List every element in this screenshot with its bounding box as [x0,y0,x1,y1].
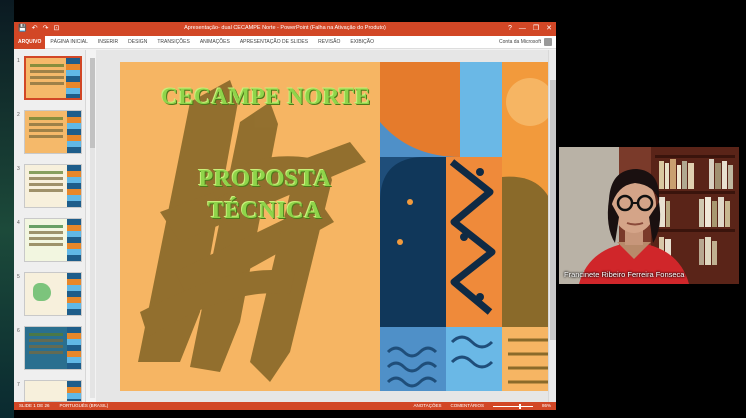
thumbnail-number: 5 [17,274,20,280]
slide-thumbnail-panel: 1 2 3 4 5 6 7 [14,50,86,402]
current-slide[interactable]: CECAMPE NORTE PROPOSTA TÉCNICA [120,62,556,391]
help-button[interactable]: ? [508,23,512,34]
slide-editing-area[interactable]: CECAMPE NORTE PROPOSTA TÉCNICA [96,50,556,402]
slide-title[interactable]: CECAMPE NORTE [156,84,376,110]
decorative-pattern [380,62,556,391]
zoom-level[interactable]: 86% [542,402,551,410]
slide-subtitle-line-2[interactable]: TÉCNICA [190,198,340,225]
title-bar: 💾 ↶ ↷ ⊡ Apresentação- dual CECAMPE Norte… [14,22,556,36]
powerpoint-window: 💾 ↶ ↷ ⊡ Apresentação- dual CECAMPE Norte… [14,22,556,410]
thumbnail-pattern [67,111,81,153]
thumbnail-pattern [67,327,81,369]
slide-thumbnail-2[interactable] [24,110,82,154]
tab-design[interactable]: DESIGN [123,39,152,45]
account-label: Conta da Microsoft [499,39,541,45]
slide-thumbnail-7[interactable] [24,380,82,402]
slide-thumbnail-5[interactable] [24,272,82,316]
desktop-background [0,0,14,418]
thumbnail-pattern [67,273,81,315]
slide-thumbnail-3[interactable] [24,164,82,208]
thumbnail-text [29,117,63,120]
tab-view[interactable]: EXIBIÇÃO [345,39,379,45]
window-title: Apresentação- dual CECAMPE Norte - Power… [184,25,386,31]
thumbnail-pattern [66,58,80,98]
scroll-thumb[interactable] [90,58,95,148]
editing-scrollbar[interactable] [548,50,556,402]
map-image [33,283,51,301]
tab-transitions[interactable]: TRANSIÇÕES [152,39,195,45]
tab-home[interactable]: PÁGINA INICIAL [45,39,93,45]
thumbnail-number: 1 [17,58,20,64]
thumbnail-number: 2 [17,112,20,118]
thumbnail-pattern [67,381,81,401]
scroll-thumb[interactable] [550,80,556,340]
slide-subtitle-line-1[interactable]: PROPOSTA [190,166,340,193]
thumbnail-text [30,64,64,67]
slide-thumbnail-1[interactable] [24,56,82,100]
slide-thumbnail-6[interactable] [24,326,82,370]
brush-stroke-graphic [138,80,366,382]
restore-button[interactable]: ❐ [533,23,539,34]
zoom-slider[interactable] [492,403,533,409]
language-indicator[interactable]: PORTUGUÊS (BRASIL) [60,402,109,410]
participant-video-image [559,147,739,284]
tab-file[interactable]: ARQUIVO [14,35,46,49]
comments-button[interactable]: COMENTÁRIOS [450,402,484,410]
participant-video-tile[interactable]: Francinete Ribeiro Ferreira Fonseca [559,147,739,284]
slide-thumbnail-4[interactable] [24,218,82,262]
thumbnail-number: 7 [17,382,20,388]
thumbnail-number: 4 [17,220,20,226]
status-bar: SLIDE 1 DE 26 PORTUGUÊS (BRASIL) ANOTAÇÕ… [14,402,556,410]
avatar [544,38,552,46]
thumbnail-number: 3 [17,166,20,172]
thumbnail-text [29,333,63,336]
slide-indicator: SLIDE 1 DE 26 [19,403,50,408]
thumbnail-pattern [67,219,81,261]
tab-review[interactable]: REVISÃO [313,39,345,45]
account-menu[interactable]: Conta da Microsoft [499,38,556,46]
screen: 💾 ↶ ↷ ⊡ Apresentação- dual CECAMPE Norte… [0,0,746,418]
minimize-button[interactable]: — [519,23,526,34]
thumbnail-text [29,171,63,174]
thumbnail-number: 6 [17,328,20,334]
tab-animations[interactable]: ANIMAÇÕES [195,39,235,45]
thumbnail-scrollbar[interactable] [90,58,95,398]
tab-slideshow[interactable]: APRESENTAÇÃO DE SLIDES [235,39,313,45]
window-controls: ? — ❐ ✕ [508,23,552,34]
close-button[interactable]: ✕ [546,23,552,34]
participant-name: Francinete Ribeiro Ferreira Fonseca [564,270,685,279]
thumbnail-pattern [67,165,81,207]
ribbon-tabs: ARQUIVO PÁGINA INICIAL INSERIR DESIGN TR… [14,35,556,49]
thumbnail-text [29,225,63,228]
notes-button[interactable]: ANOTAÇÕES [414,402,442,410]
tab-insert[interactable]: INSERIR [93,39,123,45]
